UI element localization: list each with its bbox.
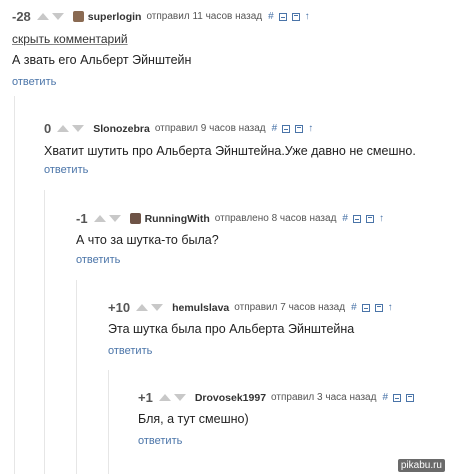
upvote-icon[interactable]	[93, 215, 106, 222]
comment-text: Хватит шутить про Альберта Эйнштейна.Уже…	[44, 144, 416, 158]
comment-actions: # ↑	[342, 213, 384, 224]
comment-header: +1 Drovosek1997 отправил 3 часа назад #	[138, 390, 414, 405]
link-icon[interactable]: #	[351, 302, 357, 313]
thread-line[interactable]	[14, 96, 15, 474]
upvote-icon[interactable]	[158, 394, 171, 401]
collapse-icon[interactable]	[361, 303, 370, 312]
link-icon[interactable]: #	[342, 213, 348, 224]
comment-header: -28 superlogin отправил 11 часов назад #…	[12, 9, 310, 24]
upvote-icon[interactable]	[136, 304, 149, 311]
save-icon[interactable]	[291, 12, 300, 21]
comment-text: Эта шутка была про Альберта Эйнштейна	[108, 322, 355, 336]
comment-rating: 0	[44, 121, 52, 136]
reply-link[interactable]: ответить	[12, 76, 56, 88]
comment-rating: +1	[138, 390, 153, 405]
parent-arrow-icon[interactable]: ↑	[388, 302, 393, 313]
reply-link[interactable]: ответить	[76, 254, 120, 266]
comment-header: +10 hemulslava отправил 7 часов назад # …	[108, 300, 393, 315]
comment-text: Бля, а тут смешно)	[138, 412, 249, 426]
avatar[interactable]	[129, 213, 141, 224]
parent-arrow-icon[interactable]: ↑	[379, 213, 384, 224]
downvote-icon[interactable]	[72, 125, 85, 132]
link-icon[interactable]: #	[272, 123, 278, 134]
comment-header: -1 RunningWith отправлено 8 часов назад …	[76, 211, 384, 226]
comment-actions: # ↑	[268, 11, 310, 22]
vote-controls	[93, 215, 124, 222]
reply-link[interactable]: ответить	[44, 164, 88, 176]
comment-time: отправил 3 часа назад	[271, 392, 377, 403]
comment-time: отправлено 8 часов назад	[214, 213, 337, 224]
collapse-icon[interactable]	[278, 12, 287, 21]
parent-arrow-icon[interactable]: ↑	[305, 11, 310, 22]
vote-controls	[136, 304, 166, 311]
collapse-icon[interactable]	[352, 214, 361, 223]
comment-actions: # ↑	[272, 123, 314, 134]
watermark: pikabu.ru	[397, 459, 445, 472]
username[interactable]: hemulslava	[172, 302, 229, 314]
comment-rating: +10	[108, 300, 131, 315]
username[interactable]: Drovosek1997	[195, 392, 266, 404]
thread-line[interactable]	[44, 190, 45, 474]
save-icon[interactable]	[295, 124, 304, 133]
reply-link[interactable]: ответить	[108, 345, 152, 357]
upvote-icon[interactable]	[57, 125, 70, 132]
username[interactable]: Slonozebra	[93, 123, 150, 135]
vote-controls	[57, 125, 87, 132]
parent-arrow-icon[interactable]: ↑	[308, 123, 313, 134]
comment-time: отправил 9 часов назад	[154, 123, 266, 134]
downvote-icon[interactable]	[173, 394, 186, 401]
save-icon[interactable]	[365, 214, 374, 223]
downvote-icon[interactable]	[151, 304, 164, 311]
upvote-icon[interactable]	[36, 13, 49, 20]
avatar[interactable]	[72, 11, 84, 22]
comment-rating: -1	[76, 211, 88, 226]
comment-actions: # ↑	[351, 302, 393, 313]
vote-controls	[158, 394, 189, 401]
vote-controls	[36, 13, 67, 20]
username[interactable]: RunningWith	[145, 213, 210, 225]
hide-comment-link[interactable]: скрыть комментарий	[12, 32, 128, 46]
reply-link[interactable]: ответить	[138, 435, 182, 447]
comment-rating: -28	[12, 9, 31, 24]
downvote-icon[interactable]	[108, 215, 121, 222]
save-icon[interactable]	[406, 393, 414, 402]
downvote-icon[interactable]	[51, 13, 64, 20]
link-icon[interactable]: #	[268, 11, 274, 22]
comment-time: отправил 7 часов назад	[234, 302, 346, 313]
thread-line[interactable]	[76, 280, 77, 474]
link-icon[interactable]: #	[382, 392, 388, 403]
username[interactable]: superlogin	[88, 11, 142, 23]
collapse-icon[interactable]	[393, 393, 401, 402]
thread-line[interactable]	[108, 370, 109, 474]
collapse-icon[interactable]	[282, 124, 291, 133]
save-icon[interactable]	[374, 303, 383, 312]
comment-text: А что за шутка-то была?	[76, 233, 219, 247]
comment-actions: #	[382, 392, 414, 403]
comment-header: 0 Slonozebra отправил 9 часов назад # ↑	[44, 121, 313, 136]
comment-text: А звать его Альберт Эйнштейн	[12, 53, 192, 67]
comment-time: отправил 11 часов назад	[146, 11, 263, 22]
